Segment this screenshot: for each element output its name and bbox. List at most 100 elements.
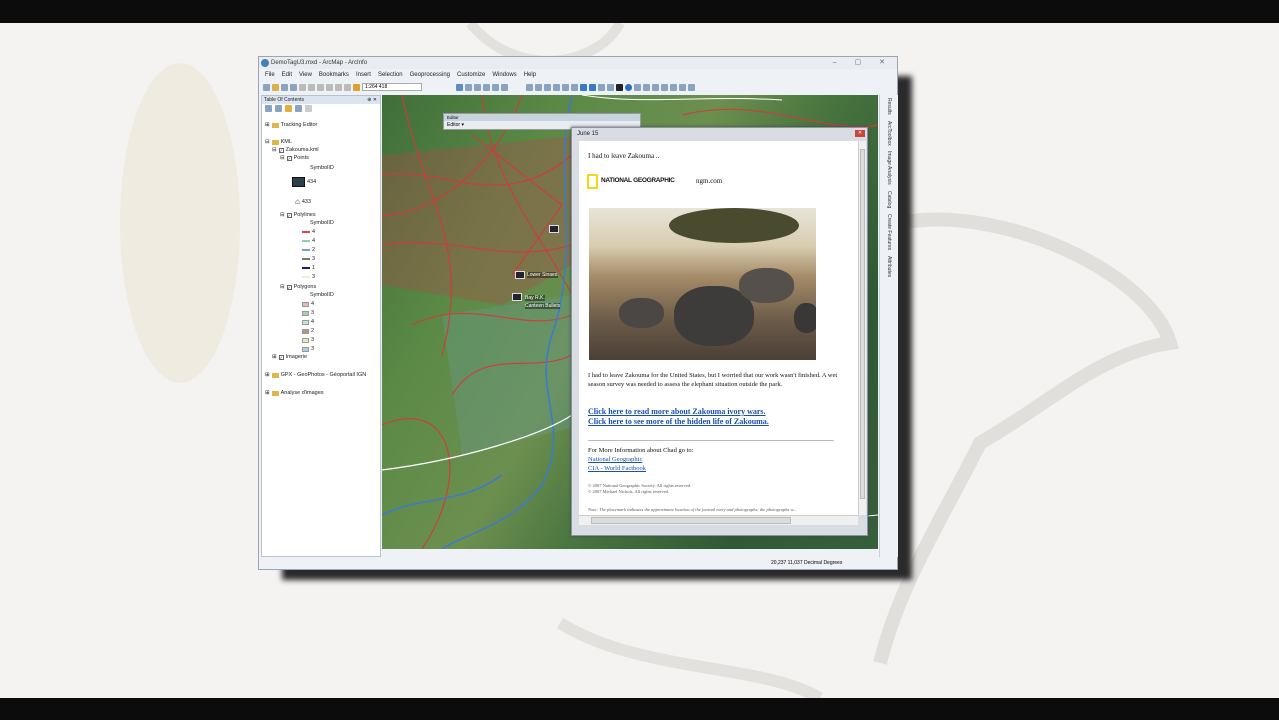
toc-layer-polylines[interactable]: ⊟ ✓ Polylines <box>280 212 316 218</box>
toc-layer-kml[interactable]: ⊟ KML <box>265 139 292 145</box>
copy-icon[interactable] <box>308 83 315 91</box>
measure-icon[interactable] <box>652 83 659 91</box>
undo-icon[interactable] <box>335 83 342 91</box>
open-icon[interactable] <box>272 83 279 91</box>
menu-selection[interactable]: Selection <box>378 69 403 81</box>
find-icon[interactable] <box>661 83 668 91</box>
menu-windows[interactable]: Windows <box>492 69 516 81</box>
menu-insert[interactable]: Insert <box>356 69 371 81</box>
redo-icon[interactable] <box>344 83 351 91</box>
symbol-field: SymbolID <box>310 292 334 298</box>
delete-icon[interactable] <box>326 83 333 91</box>
find-route-icon[interactable] <box>670 83 677 91</box>
fixed-zoom-in-icon[interactable] <box>562 83 569 91</box>
goto-xy-icon[interactable] <box>679 83 686 91</box>
camera-marker-icon[interactable] <box>512 293 522 301</box>
menu-customize[interactable]: Customize <box>457 69 485 81</box>
catalog-icon[interactable] <box>474 83 481 91</box>
hidden-life-link[interactable]: Click here to see more of the hidden lif… <box>588 417 769 427</box>
menu-bookmarks[interactable]: Bookmarks <box>319 69 349 81</box>
print-icon[interactable] <box>290 83 297 91</box>
menu-file[interactable]: File <box>265 69 275 81</box>
list-by-visibility-icon[interactable] <box>285 105 292 112</box>
natgeo-link[interactable]: National Geographic <box>588 455 693 464</box>
identify-icon[interactable] <box>625 83 632 91</box>
toc-layer-tracking-editor[interactable]: ⊞ Tracking Editor <box>265 122 317 128</box>
html-popup-window: June 15 ✕ I had to leave Zakouma .. NATI… <box>571 127 868 536</box>
select-elements-icon[interactable] <box>616 83 623 91</box>
placemark-note: Note: The placemark indicates the approx… <box>588 507 797 512</box>
layer-checkbox[interactable]: ✓ <box>278 354 284 360</box>
camera-marker-icon[interactable] <box>515 271 525 279</box>
list-by-drawing-order-icon[interactable] <box>265 105 272 112</box>
cut-icon[interactable] <box>299 83 306 91</box>
clear-selection-icon[interactable] <box>607 83 614 91</box>
back-icon[interactable] <box>580 83 587 91</box>
legend-class: 3 <box>302 310 314 316</box>
fixed-zoom-out-icon[interactable] <box>571 83 578 91</box>
map-scale-input[interactable]: 1:264 418 <box>362 83 422 91</box>
dock-tab-image-analysis[interactable]: Image Analysis <box>886 151 892 185</box>
polyline-swatch-icon <box>302 249 310 251</box>
menu-edit[interactable]: Edit <box>282 69 292 81</box>
select-features-icon[interactable] <box>598 83 605 91</box>
dock-tab-attributes[interactable]: Attributes <box>886 256 892 277</box>
save-icon[interactable] <box>281 83 288 91</box>
toc-layer-zakouma[interactable]: ⊟ ✓ Zakouma.kml <box>272 147 319 153</box>
zoom-out-icon[interactable] <box>535 83 542 91</box>
new-icon[interactable] <box>263 83 270 91</box>
add-data-icon[interactable] <box>353 83 360 91</box>
pan-icon[interactable] <box>544 83 551 91</box>
class-label: 1 <box>312 265 316 271</box>
toc-layer-analyse[interactable]: ⊞ Analyse d'images <box>265 390 324 396</box>
options-icon[interactable] <box>305 105 312 112</box>
camera-marker-icon[interactable] <box>549 225 559 233</box>
toc-pin-close[interactable]: ⊕ ✕ <box>367 96 377 104</box>
menu-help[interactable]: Help <box>524 69 536 81</box>
legend-class: 4 <box>302 238 315 244</box>
dock-tab-create-features[interactable]: Create Features <box>886 214 892 250</box>
dock-tab-results[interactable]: Results <box>886 98 892 115</box>
cia-factbook-link[interactable]: CIA - World Factbook <box>588 464 693 473</box>
elephant-photo <box>589 208 816 360</box>
popup-close-button[interactable]: ✕ <box>855 130 865 137</box>
polygon-swatch-icon <box>302 310 309 316</box>
hyperlink-icon[interactable] <box>634 83 641 91</box>
editor-toolbar-icon[interactable] <box>456 83 463 91</box>
window-controls[interactable]: – ▢ ✕ <box>833 57 893 69</box>
arctoolbox-icon[interactable] <box>483 83 490 91</box>
forward-icon[interactable] <box>589 83 596 91</box>
time-slider-icon[interactable] <box>688 83 695 91</box>
modelbuilder-icon[interactable] <box>501 83 508 91</box>
popup-horizontal-scrollbar[interactable] <box>579 515 858 525</box>
layer-checkbox[interactable]: ✓ <box>278 147 284 153</box>
layer-checkbox[interactable]: ✓ <box>286 155 292 161</box>
paste-icon[interactable] <box>317 83 324 91</box>
html-popup-icon[interactable] <box>643 83 650 91</box>
menu-geoprocessing[interactable]: Geoprocessing <box>410 69 450 81</box>
layer-checkbox[interactable]: ✓ <box>286 284 292 290</box>
layer-checkbox[interactable]: ✓ <box>286 212 292 218</box>
toc-layer-imagerie[interactable]: ⊞ ✓ Imagerie <box>272 354 307 360</box>
natgeo-logo-icon <box>587 174 598 189</box>
popup-vertical-scrollbar[interactable] <box>858 141 866 515</box>
python-icon[interactable] <box>492 83 499 91</box>
list-by-source-icon[interactable] <box>275 105 282 112</box>
table-of-contents: Table Of Contents ⊕ ✕ ⊞ Tracking Editor ⊟… <box>261 95 381 557</box>
house-symbol-icon: ⌂ <box>295 197 300 206</box>
table-icon[interactable] <box>465 83 472 91</box>
toc-layer-points[interactable]: ⊟ ✓ Points <box>280 155 309 161</box>
natgeo-site: ngm.com <box>696 177 723 185</box>
menu-view[interactable]: View <box>299 69 312 81</box>
full-extent-icon[interactable] <box>553 83 560 91</box>
toc-layer-gpx[interactable]: ⊞ GPX - GeoPhotos - Géoportail IGN <box>265 372 366 378</box>
legend-class: 4 <box>302 229 315 235</box>
toc-layer-polygons[interactable]: ⊟ ✓ Polygons <box>280 284 316 290</box>
ivory-wars-link[interactable]: Click here to read more about Zakouma iv… <box>588 407 769 417</box>
dock-tab-arctoolbox[interactable]: ArcToolbox <box>886 121 892 146</box>
zoom-in-icon[interactable] <box>526 83 533 91</box>
status-bar: 20,237 11,037 Decimal Degrees <box>259 557 897 570</box>
dock-tab-catalog[interactable]: Catalog <box>886 191 892 208</box>
list-by-selection-icon[interactable] <box>295 105 302 112</box>
folder-icon <box>271 390 279 396</box>
